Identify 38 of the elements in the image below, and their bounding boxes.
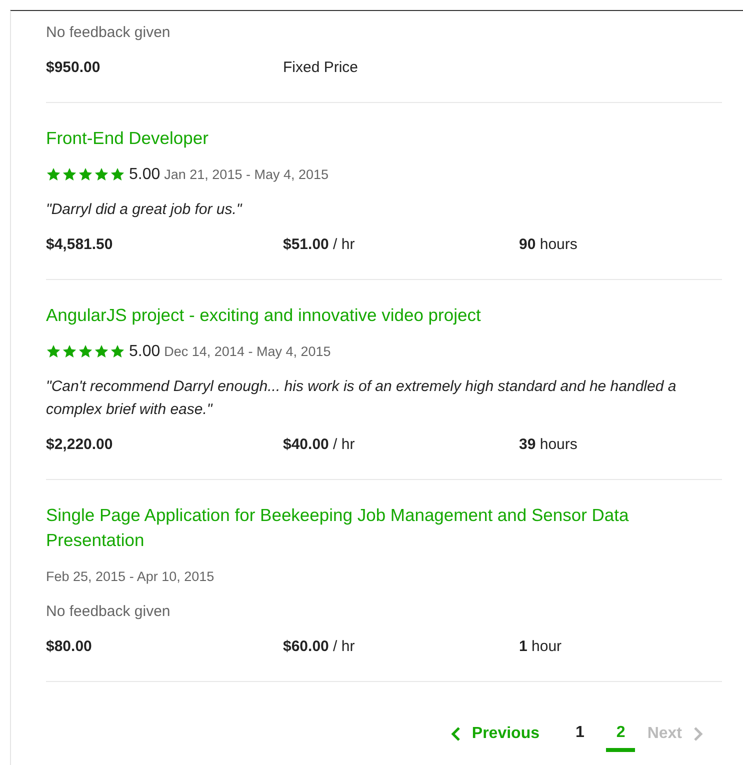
earned-amount: $950.00 — [46, 58, 102, 78]
star-icon — [110, 344, 125, 359]
feedback-text: "Darryl did a great job for us." — [46, 200, 244, 220]
feedback-text: "Can't recommend Darryl enough... his work is of an extremely high standard and he handled a complex brief with ease." — [46, 377, 678, 420]
feedback-text: No feedback given — [46, 23, 172, 43]
chevron-right-icon — [692, 726, 704, 742]
contract-terms: $40.00 / hr — [283, 436, 355, 453]
star-icon — [94, 167, 109, 182]
hours-worked: 39 hours — [519, 436, 578, 453]
earned-amount: $4,581.50 — [46, 235, 114, 255]
page-number-link[interactable]: 2 — [606, 720, 636, 752]
feedback-text: No feedback given — [46, 602, 172, 622]
star-icon — [78, 344, 93, 359]
earned-amount: $80.00 — [46, 637, 93, 657]
chevron-left-icon — [450, 726, 462, 742]
hours-worked: 1 hour — [519, 638, 562, 655]
star-icon — [46, 167, 61, 182]
star-icon — [94, 344, 109, 359]
star-icon — [110, 167, 125, 182]
hours-worked: 90 hours — [519, 236, 578, 253]
job-title-link[interactable]: AngularJS project - exciting and innovative video project — [46, 303, 481, 328]
contract-terms: $51.00 / hr — [283, 236, 355, 253]
job-dates: Dec 14, 2014 - May 4, 2015 — [164, 343, 331, 361]
job-dates: Jan 21, 2015 - May 4, 2015 — [164, 166, 329, 184]
earned-amount: $2,220.00 — [46, 435, 114, 455]
previous-link[interactable]: Previous — [444, 721, 546, 747]
job-title-link[interactable]: Front-End Developer — [46, 126, 208, 151]
star-icon — [78, 167, 93, 182]
star-icon — [46, 344, 61, 359]
page-number-link[interactable]: 1 — [566, 720, 594, 752]
star-icon — [62, 344, 77, 359]
rating-value: 5.00 — [129, 165, 160, 185]
contract-terms: $60.00 / hr — [283, 638, 355, 655]
job-dates: Feb 25, 2015 - Apr 10, 2015 — [46, 568, 214, 586]
rating-value: 5.00 — [129, 342, 160, 362]
star-icon — [62, 167, 77, 182]
job-title-link[interactable]: Single Page Application for Beekeeping Job Management and Sensor Data Presentation — [46, 503, 722, 553]
contract-terms: Fixed Price — [283, 59, 358, 76]
